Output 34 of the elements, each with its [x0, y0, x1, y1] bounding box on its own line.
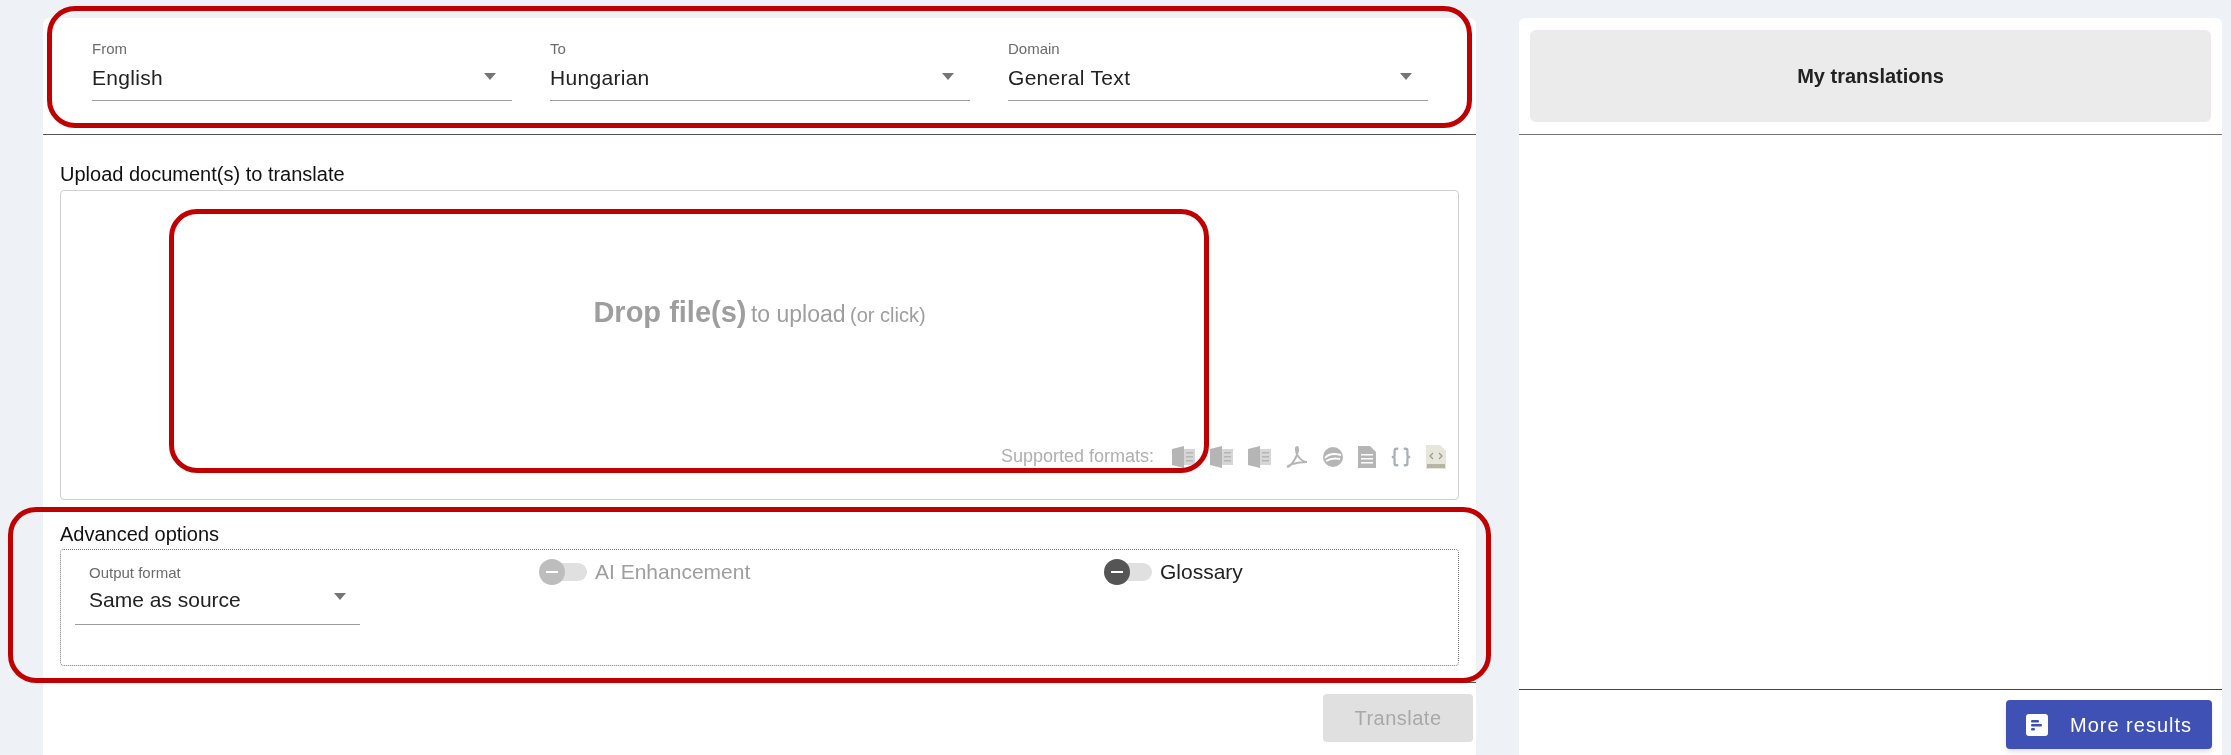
select-field[interactable]: Domain General Text: [1008, 40, 1428, 101]
field-label: From: [92, 40, 128, 58]
select-field[interactable]: To Hungarian: [550, 40, 970, 101]
list-icon: [2025, 713, 2048, 736]
caret-icon: [484, 73, 496, 80]
braces-icon: [1390, 445, 1412, 468]
presentation-icon: [1248, 445, 1272, 468]
toggle-label: Glossary: [1160, 559, 1243, 585]
seagull-icon: [1322, 445, 1344, 468]
field-value: General Text: [1008, 65, 1131, 91]
field-label: To: [550, 40, 567, 58]
spreadsheet-icon: [1210, 445, 1234, 468]
toggle-label: AI Enhancement: [595, 559, 751, 585]
pdf-icon: [1286, 445, 1308, 468]
panel-title: My translations: [1797, 64, 1944, 89]
field-label: Domain: [1008, 40, 1061, 58]
caret-icon: [334, 593, 346, 600]
caret-icon: [942, 73, 954, 80]
field-value: Same as source: [89, 587, 241, 613]
code-file-icon: [1426, 444, 1446, 469]
document-icon: [1358, 445, 1376, 468]
more-results-button[interactable]: More results: [2005, 700, 2212, 749]
formats-label: Supported formats:: [1000, 445, 1154, 468]
drop-prompt: Drop file(s)to upload (or click): [593, 295, 926, 331]
toggle-switch[interactable]: [1104, 558, 1154, 585]
select-field[interactable]: From English: [92, 40, 512, 101]
word-document-icon: [1172, 445, 1196, 468]
field-label: Output format: [89, 564, 182, 582]
field-value: English: [92, 65, 163, 91]
section-title: Advanced options: [60, 523, 220, 545]
caret-icon: [1400, 73, 1412, 80]
section-title: Upload document(s) to translate: [60, 162, 346, 186]
field-value: Hungarian: [550, 65, 650, 91]
select-field[interactable]: Output format Same as source: [75, 564, 360, 625]
